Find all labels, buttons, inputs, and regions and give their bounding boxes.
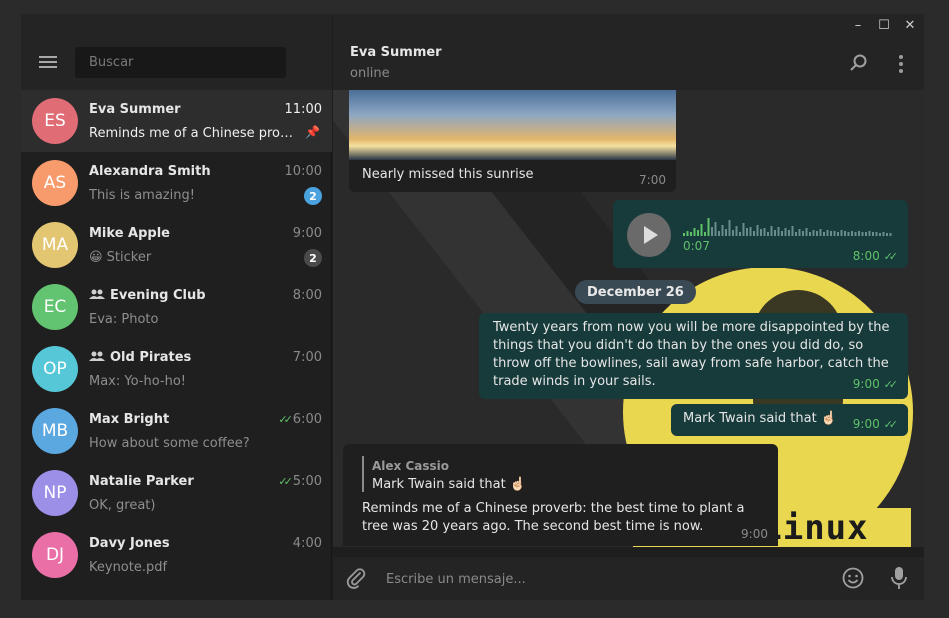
chat-list-item[interactable]: DJ Davy Jones 4:00 Keynote.pdf — [21, 524, 332, 586]
chat-time: 8:00 — [292, 288, 322, 303]
emoji-icon[interactable] — [842, 567, 864, 589]
voice-duration: 0:07 — [683, 239, 710, 253]
avatar: OP — [32, 346, 78, 392]
chat-name: Alexandra Smith — [89, 164, 211, 179]
play-button[interactable] — [627, 213, 671, 257]
avatar: MB — [32, 408, 78, 454]
message-time: 9:00 — [741, 527, 768, 541]
avatar: EC — [32, 284, 78, 330]
message-time: 9:00 ✓✓ — [852, 417, 898, 431]
chat-list-item[interactable]: AS Alexandra Smith 10:00 This is amazing! 2 — [21, 152, 332, 214]
microphone-icon[interactable] — [890, 566, 908, 590]
message-text: Mark Twain said that ☝🏻 — [683, 411, 838, 426]
window-controls: – ☐ ✕ — [850, 18, 918, 33]
date-separator: December 26 — [575, 280, 696, 304]
chat-list-item[interactable]: ES Eva Summer 11:00 Reminds me of a Chinese… — [21, 90, 332, 152]
chat-title[interactable]: Eva Summer — [350, 45, 442, 60]
chat-time: ✓✓ 5:00 — [278, 474, 322, 489]
outgoing-message[interactable]: Mark Twain said that ☝🏻 9:00 ✓✓ — [671, 404, 908, 436]
avatar: MA — [32, 222, 78, 268]
chat-name: Max Bright — [89, 412, 170, 427]
message-text: Reminds me of a Chinese proverb: the bes… — [362, 501, 745, 534]
chat-preview: This is amazing! — [89, 188, 195, 203]
chat-list-item[interactable]: MB Max Bright ✓✓ 6:00 How about some coffee? — [21, 400, 332, 462]
chat-panel: Eva Summer online GNU/Linux Nearly misse… — [333, 14, 924, 600]
chat-preview: Keynote.pdf — [89, 560, 168, 575]
chat-name: Mike Apple — [89, 226, 170, 241]
incoming-reply-message[interactable]: Alex Cassio Mark Twain said that ☝🏻 Remi… — [343, 444, 778, 546]
sidebar-header — [21, 14, 332, 90]
chat-preview: Reminds me of a Chinese proverb: the bes… — [89, 126, 299, 141]
chat-time: 9:00 — [292, 226, 322, 241]
message-time: 9:00 ✓✓ — [852, 377, 898, 391]
chat-name: Davy Jones — [89, 536, 170, 551]
minimize-button[interactable]: – — [850, 18, 866, 33]
avatar: AS — [32, 160, 78, 206]
chat-name: Evening Club — [89, 288, 206, 303]
chat-time: 4:00 — [292, 536, 322, 551]
chat-list-item[interactable]: MA Mike Apple 9:00 😀 Sticker 2 — [21, 214, 332, 276]
chat-status: online — [350, 66, 390, 81]
chat-time: ✓✓ 6:00 — [278, 412, 322, 427]
chat-name: Old Pirates — [89, 350, 191, 365]
chat-preview: Eva: Photo — [89, 312, 159, 327]
sidebar: ES Eva Summer 11:00 Reminds me of a Chinese… — [21, 14, 332, 600]
sunrise-photo[interactable] — [349, 90, 676, 160]
voice-message: 0:07 8:00 ✓✓ — [613, 200, 908, 268]
message-composer — [333, 557, 924, 600]
message-input[interactable] — [386, 569, 816, 589]
chat-preview: OK, great) — [89, 498, 156, 513]
unread-badge: 2 — [304, 187, 322, 205]
pin-icon: 📌 — [305, 125, 320, 139]
group-icon — [89, 289, 105, 299]
avatar: DJ — [32, 532, 78, 578]
photo-message[interactable]: Nearly missed this sunrise 7:00 — [349, 90, 676, 192]
chat-header: Eva Summer online — [333, 14, 924, 90]
reply-quote[interactable]: Mark Twain said that ☝🏻 — [372, 477, 526, 492]
chat-preview: Max: Yo-ho-ho! — [89, 374, 187, 389]
voice-waveform[interactable] — [683, 214, 893, 236]
telegram-window: – ☐ ✕ ES Eva Summer 11:00 Reminds me of a C… — [21, 14, 924, 600]
chat-name: Eva Summer — [89, 102, 181, 117]
chat-list-item[interactable]: OP Old Pirates 7:00 Max: Yo-ho-ho! — [21, 338, 332, 400]
message-time: 8:00 ✓✓ — [852, 249, 898, 263]
more-options-icon[interactable] — [898, 55, 904, 73]
outgoing-message[interactable]: Twenty years from now you will be more d… — [479, 313, 908, 399]
maximize-button[interactable]: ☐ — [876, 18, 892, 33]
search-input[interactable] — [75, 47, 286, 78]
unread-badge: 2 — [304, 249, 322, 267]
group-icon — [89, 351, 105, 361]
avatar: ES — [32, 98, 78, 144]
read-check-icon: ✓✓ — [278, 475, 293, 488]
chat-time: 7:00 — [292, 350, 322, 365]
chat-name: Natalie Parker — [89, 474, 194, 489]
chat-preview: 😀 Sticker — [89, 250, 152, 265]
chat-time: 10:00 — [284, 164, 322, 179]
chat-list-item[interactable]: NP Natalie Parker ✓✓ 5:00 OK, great) — [21, 462, 332, 524]
paperclip-icon[interactable] — [345, 567, 367, 589]
read-check-icon: ✓✓ — [278, 413, 293, 426]
photo-caption: Nearly missed this sunrise — [362, 167, 534, 182]
hamburger-menu-icon[interactable] — [39, 56, 57, 68]
message-text: Twenty years from now you will be more d… — [493, 320, 890, 389]
close-button[interactable]: ✕ — [902, 18, 918, 33]
chat-preview: How about some coffee? — [89, 436, 250, 451]
chat-list: ES Eva Summer 11:00 Reminds me of a Chinese… — [21, 90, 332, 586]
search-icon[interactable] — [850, 54, 868, 72]
reply-author[interactable]: Alex Cassio — [372, 459, 449, 473]
avatar: NP — [32, 470, 78, 516]
chat-list-item[interactable]: EC Evening Club 8:00 Eva: Photo — [21, 276, 332, 338]
chat-time: 11:00 — [284, 102, 322, 117]
message-time: 7:00 — [639, 173, 666, 187]
